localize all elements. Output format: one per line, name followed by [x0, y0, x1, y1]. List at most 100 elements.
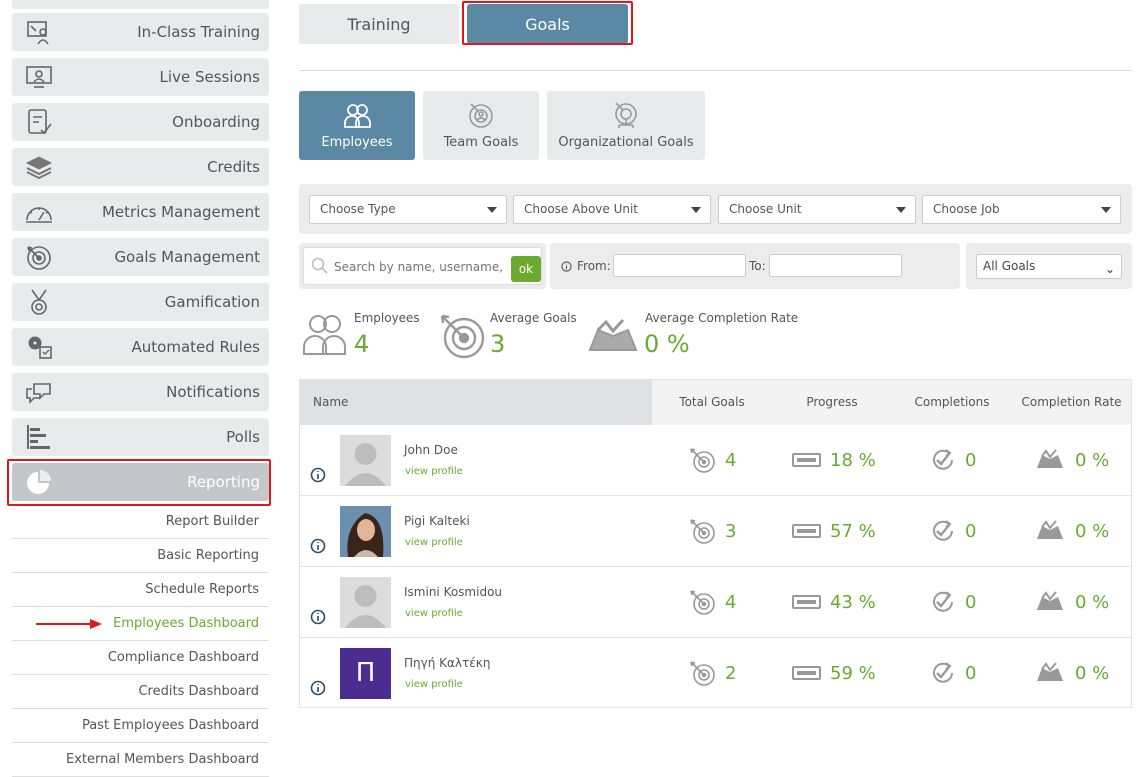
- stacked-layers-icon: [22, 152, 56, 182]
- completion-rate-value: 0 %: [1075, 450, 1110, 471]
- sidebar-item-in-class-training[interactable]: In-Class Training: [12, 13, 269, 51]
- total-goals-value: 4: [725, 450, 737, 471]
- sidebar-item-automated-rules[interactable]: Automated Rules: [12, 328, 269, 366]
- employees-table: Name Total Goals Progress Completions Co…: [299, 379, 1132, 708]
- sidebar-item-credits[interactable]: Credits: [12, 148, 269, 186]
- target-icon: [690, 661, 715, 686]
- sidebar-item-goals-management[interactable]: Goals Management: [12, 238, 269, 276]
- submenu-compliance-dashboard[interactable]: Compliance Dashboard: [12, 641, 269, 675]
- sidebar-item-metrics-management[interactable]: Metrics Management: [12, 193, 269, 231]
- sidebar-item-notifications[interactable]: Notifications: [12, 373, 269, 411]
- info-icon[interactable]: [310, 609, 326, 625]
- person-photo-icon: [340, 506, 391, 557]
- completion-check-icon: [933, 662, 953, 683]
- header-total-goals[interactable]: Total Goals: [652, 380, 772, 425]
- subtab-team-goals[interactable]: Team Goals: [423, 91, 539, 160]
- completion-rate-icon: [1037, 662, 1063, 681]
- choose-job-select[interactable]: Choose Job: [922, 195, 1121, 224]
- highlight-box-reporting: [7, 459, 271, 506]
- employee-name: Ismini Kosmidou: [404, 585, 503, 599]
- header-progress[interactable]: Progress: [772, 380, 892, 425]
- info-icon[interactable]: [310, 467, 326, 483]
- to-date-input[interactable]: [769, 254, 902, 277]
- avatar: [340, 435, 391, 486]
- table-row: Pigi Kalteki view profile 3 57 % 0 0 %: [300, 496, 1131, 567]
- info-icon[interactable]: [310, 680, 326, 696]
- caret-down-icon: [1101, 207, 1111, 213]
- sidebar-item-label: Gamification: [164, 293, 260, 311]
- view-profile-link[interactable]: view profile: [405, 608, 463, 619]
- progress-value: 18 %: [830, 450, 876, 471]
- progress-value: 59 %: [830, 663, 876, 684]
- sidebar-item-live-sessions[interactable]: Live Sessions: [12, 58, 269, 96]
- progress-bar-icon: [792, 666, 821, 680]
- progress-bar-icon: [792, 524, 821, 538]
- search-icon: [311, 257, 328, 274]
- chevron-down-icon: ⌄: [1104, 262, 1115, 276]
- header-completion-rate[interactable]: Completion Rate: [1012, 380, 1131, 425]
- tab-training[interactable]: Training: [299, 4, 459, 44]
- book-check-stat-icon: [588, 318, 638, 351]
- progress-value: 57 %: [830, 521, 876, 542]
- subtab-organizational-goals[interactable]: Organizational Goals: [547, 91, 705, 160]
- submenu-external-members-dashboard[interactable]: External Members Dashboard: [12, 743, 269, 777]
- completions-value: 0: [965, 450, 977, 471]
- sidebar-item-gamification[interactable]: Gamification: [12, 283, 269, 321]
- sidebar-item-label: Goals Management: [114, 248, 260, 266]
- divider: [299, 70, 1132, 71]
- submenu-past-employees-dashboard[interactable]: Past Employees Dashboard: [12, 709, 269, 743]
- header-completions[interactable]: Completions: [892, 380, 1012, 425]
- view-profile-link[interactable]: view profile: [405, 679, 463, 690]
- submenu-basic-reporting[interactable]: Basic Reporting: [12, 539, 269, 573]
- completion-rate-value: 0 %: [1075, 592, 1110, 613]
- employees-icon: [344, 104, 371, 128]
- info-icon[interactable]: [310, 538, 326, 554]
- select-label: Choose Above Unit: [524, 202, 639, 216]
- from-label: From:: [577, 259, 611, 273]
- completion-rate-value: 0 %: [1075, 521, 1110, 542]
- progress-value: 43 %: [830, 592, 876, 613]
- sidebar-item-polls[interactable]: Polls: [12, 418, 269, 456]
- sidebar-item-label: In-Class Training: [137, 23, 260, 41]
- employee-name: John Doe: [404, 443, 458, 457]
- select-label: Choose Unit: [729, 202, 802, 216]
- subtab-label: Organizational Goals: [558, 135, 694, 150]
- goals-filter-box: All Goals ⌄: [966, 243, 1132, 289]
- view-profile-link[interactable]: view profile: [405, 537, 463, 548]
- search-field: ok: [303, 247, 542, 285]
- select-label: Choose Job: [933, 202, 1000, 216]
- goals-filter-value: All Goals: [983, 259, 1036, 273]
- sidebar-item-partial-top[interactable]: [12, 0, 269, 9]
- sidebar-item-label: Credits: [207, 158, 260, 176]
- search-ok-button[interactable]: ok: [511, 256, 541, 282]
- caret-down-icon: [691, 207, 701, 213]
- sidebar-item-label: Onboarding: [172, 113, 260, 131]
- search-input[interactable]: [334, 257, 506, 277]
- sidebar-item-label: Polls: [226, 428, 260, 446]
- completions-value: 0: [965, 592, 977, 613]
- sidebar-item-label: Live Sessions: [159, 68, 260, 86]
- submenu-report-builder[interactable]: Report Builder: [12, 505, 269, 539]
- choose-above-unit-select[interactable]: Choose Above Unit: [513, 195, 711, 224]
- submenu-schedule-reports[interactable]: Schedule Reports: [12, 573, 269, 607]
- target-icon: [690, 448, 715, 473]
- subtab-label: Team Goals: [443, 135, 519, 150]
- stat-value: 0 %: [644, 330, 690, 358]
- view-profile-link[interactable]: view profile: [405, 466, 463, 477]
- avatar-letter: Π: [340, 648, 391, 699]
- completions-value: 0: [965, 663, 977, 684]
- header-name[interactable]: Name: [300, 380, 652, 425]
- target-icon: [690, 519, 715, 544]
- choose-unit-select[interactable]: Choose Unit: [718, 195, 916, 224]
- subtab-employees[interactable]: Employees: [299, 91, 415, 160]
- goals-filter-select[interactable]: All Goals ⌄: [976, 254, 1122, 279]
- choose-type-select[interactable]: Choose Type: [309, 195, 507, 224]
- table-row: Ismini Kosmidou view profile 4 43 % 0 0 …: [300, 567, 1131, 638]
- sidebar-item-onboarding[interactable]: Onboarding: [12, 103, 269, 141]
- gauge-icon: [22, 197, 56, 227]
- progress-bar-icon: [792, 453, 821, 467]
- caret-down-icon: [896, 207, 906, 213]
- submenu-credits-dashboard[interactable]: Credits Dashboard: [12, 675, 269, 709]
- completion-rate-icon: [1037, 449, 1063, 468]
- from-date-input[interactable]: [613, 254, 746, 277]
